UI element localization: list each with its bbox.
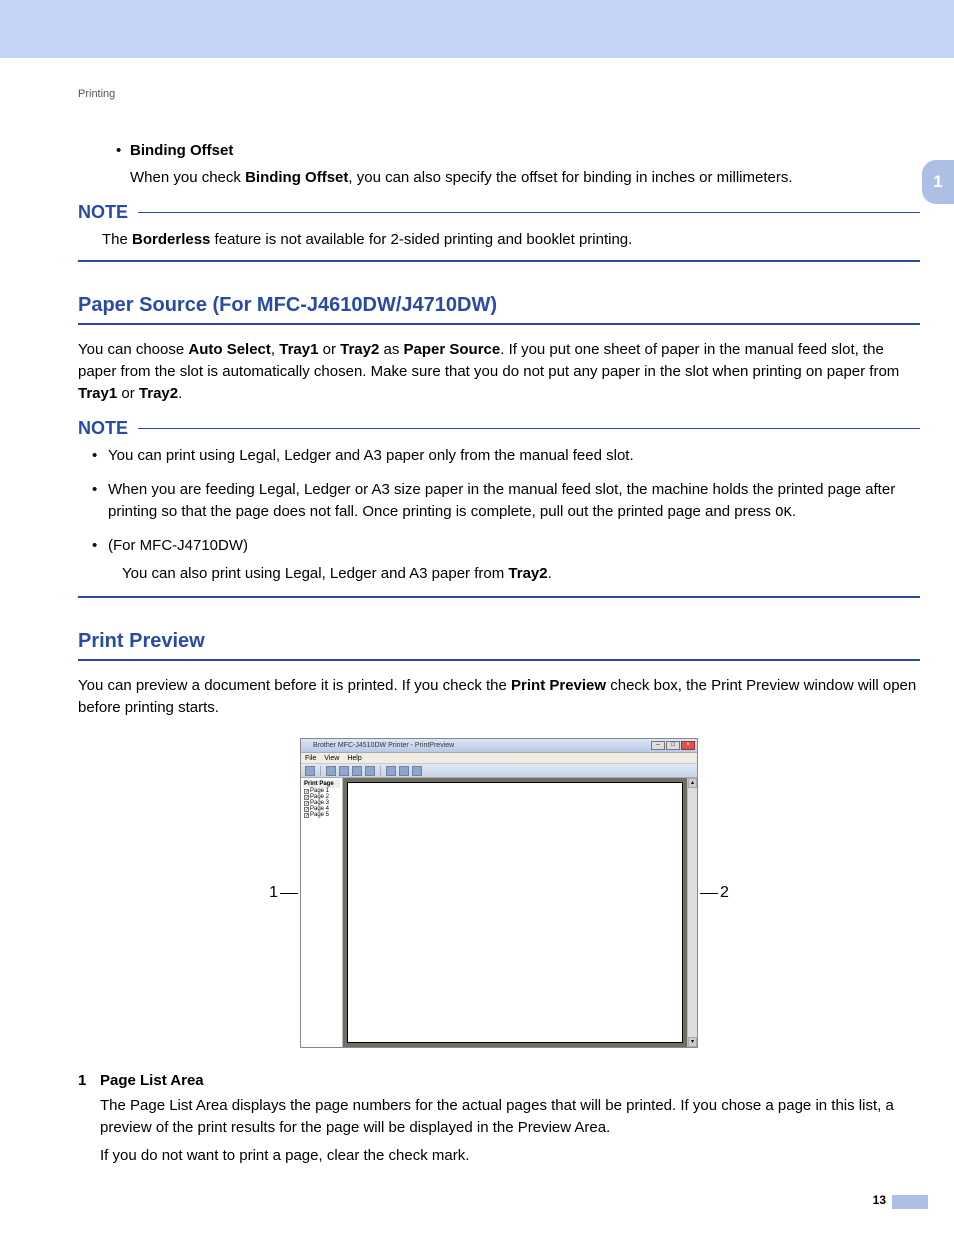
scroll-down-icon[interactable]: ▾ [688,1037,697,1047]
preview-area [343,778,687,1047]
numlist-title: Page List Area [100,1072,204,1089]
maximize-icon[interactable]: □ [666,741,680,750]
menu-help[interactable]: Help [347,755,361,762]
window-titlebar: Brother MFC-J4510DW Printer - PrintPrevi… [301,739,697,753]
checkbox-icon[interactable] [304,801,309,806]
close-icon[interactable]: × [681,741,695,750]
callout-2: 2 [720,884,729,902]
running-header: Printing [78,88,920,100]
zoom-out-icon[interactable] [399,766,409,776]
heading-underline [78,323,920,325]
heading-underline [78,659,920,661]
numlist-desc-1a: The Page List Area displays the page num… [100,1095,920,1139]
print-preview-heading: Print Preview [78,630,920,659]
zoom-in-icon[interactable] [386,766,396,776]
menubar: File View Help [301,753,697,764]
note2-item1: •You can print using Legal, Ledger and A… [92,445,920,467]
paper-source-body: You can choose Auto Select, Tray1 or Tra… [78,339,920,404]
paper-source-heading: Paper Source (For MFC-J4610DW/J4710DW) [78,294,920,323]
callout-line [280,893,298,894]
note-rule [138,428,920,429]
window-title: Brother MFC-J4510DW Printer - PrintPrevi… [303,742,454,749]
checkbox-icon[interactable] [304,807,309,812]
next-page-icon[interactable] [352,766,362,776]
top-banner [0,0,954,58]
page-list-area[interactable]: Print Page Page 1 Page 2 Page 3 Page 4 P… [301,778,343,1047]
scroll-up-icon[interactable]: ▴ [688,778,697,788]
note2-item2: • When you are feeding Legal, Ledger or … [92,479,920,523]
menu-file[interactable]: File [305,755,316,762]
bullet-dot: • [116,142,130,159]
print-preview-window: Brother MFC-J4510DW Printer - PrintPrevi… [300,738,698,1048]
page-number: 13 [873,1193,886,1207]
note1-text: The Borderless feature is not available … [102,229,920,250]
checkbox-icon[interactable] [304,789,309,794]
callout-line [700,893,718,894]
prev-page-icon[interactable] [339,766,349,776]
checkbox-icon[interactable] [304,795,309,800]
binding-offset-heading: Binding Offset [130,142,233,159]
divider [78,260,920,262]
minimize-icon[interactable]: – [651,741,665,750]
numlist-desc-1b: If you do not want to print a page, clea… [100,1145,920,1167]
toolbar [301,764,697,778]
note2-item3-sub: You can also print using Legal, Ledger a… [122,563,920,584]
page-list-header: Print Page [303,780,340,788]
note-label: NOTE [78,202,128,223]
note2-item3: •(For MFC-J4710DW) [92,535,920,557]
preview-page [347,782,683,1043]
callout-1: 1 [269,884,278,902]
first-page-icon[interactable] [326,766,336,776]
note-label: NOTE [78,418,128,439]
checkbox-icon[interactable] [304,813,309,818]
zoom-fit-icon[interactable] [412,766,422,776]
note-rule [138,212,920,213]
last-page-icon[interactable] [365,766,375,776]
print-icon[interactable] [305,766,315,776]
page-list-item[interactable]: Page 5 [303,812,340,818]
scrollbar[interactable]: ▴ ▾ [687,778,697,1047]
divider [78,596,920,598]
binding-offset-desc: When you check Binding Offset, you can a… [130,167,920,188]
menu-view[interactable]: View [324,755,339,762]
print-preview-body: You can preview a document before it is … [78,675,920,719]
numlist-index: 1 [78,1072,100,1089]
footer-accent [892,1195,928,1209]
